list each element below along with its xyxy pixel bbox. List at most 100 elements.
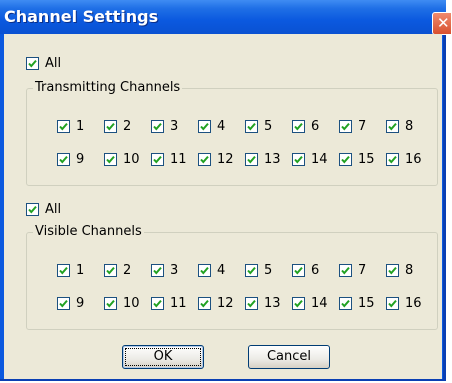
- transmitting-channel-checkbox[interactable]: 5: [245, 119, 272, 134]
- visible-channel-checkbox[interactable]: 11: [151, 296, 187, 311]
- visible-channel-checkbox[interactable]: 16: [386, 296, 422, 311]
- visible-channel-label: 15: [358, 296, 375, 311]
- visible-channel-checkbox[interactable]: 1: [57, 263, 84, 278]
- transmitting-channel-label: 14: [311, 152, 328, 167]
- transmitting-channel-checkbox[interactable]: 3: [151, 119, 178, 134]
- visible-channel-checkbox[interactable]: 2: [104, 263, 131, 278]
- transmitting-channel-label: 16: [405, 152, 422, 167]
- checkbox-check-icon: [104, 120, 117, 133]
- checkbox-check-icon: [198, 153, 211, 166]
- checkbox-check-icon: [386, 153, 399, 166]
- transmitting-channel-checkbox[interactable]: 14: [292, 152, 328, 167]
- visible-channels-group: Visible Channels 1 2 3 4 5 6 7 8 9 10 11 12 13 14 15 16: [26, 224, 438, 330]
- visible-channel-checkbox[interactable]: 6: [292, 263, 319, 278]
- visible-channel-label: 7: [358, 263, 367, 278]
- transmitting-channel-checkbox[interactable]: 16: [386, 152, 422, 167]
- checkbox-check-icon: [292, 153, 305, 166]
- ok-button[interactable]: OK: [122, 345, 204, 369]
- transmitting-channel-checkbox[interactable]: 13: [245, 152, 281, 167]
- transmitting-channel-label: 13: [264, 152, 281, 167]
- transmitting-all-label: All: [45, 56, 62, 71]
- visible-channel-checkbox[interactable]: 13: [245, 296, 281, 311]
- visible-channel-label: 1: [76, 263, 85, 278]
- visible-channel-checkbox[interactable]: 9: [57, 296, 84, 311]
- checkbox-check-icon: [151, 264, 164, 277]
- checkbox-check-icon: [339, 120, 352, 133]
- transmitting-channel-checkbox[interactable]: 9: [57, 152, 84, 167]
- checkbox-check-icon: [339, 264, 352, 277]
- transmitting-channel-label: 11: [170, 152, 187, 167]
- transmitting-channel-checkbox[interactable]: 4: [198, 119, 225, 134]
- cancel-button[interactable]: Cancel: [248, 345, 330, 369]
- visible-channel-checkbox[interactable]: 4: [198, 263, 225, 278]
- transmitting-channel-checkbox[interactable]: 10: [104, 152, 140, 167]
- visible-channel-checkbox[interactable]: 5: [245, 263, 272, 278]
- transmitting-channel-label: 10: [123, 152, 140, 167]
- checkbox-check-icon: [198, 297, 211, 310]
- checkbox-check-icon: [26, 57, 39, 70]
- transmitting-channel-checkbox[interactable]: 11: [151, 152, 187, 167]
- visible-channels-label: Visible Channels: [33, 224, 144, 239]
- visible-channel-checkbox[interactable]: 10: [104, 296, 140, 311]
- visible-channel-label: 14: [311, 296, 328, 311]
- checkbox-check-icon: [339, 297, 352, 310]
- transmitting-channel-label: 3: [170, 119, 179, 134]
- checkbox-check-icon: [198, 264, 211, 277]
- checkbox-check-icon: [104, 264, 117, 277]
- visible-channel-label: 10: [123, 296, 140, 311]
- title-bar[interactable]: Channel Settings: [0, 0, 446, 34]
- close-icon: ✕: [437, 14, 450, 32]
- visible-all-label: All: [45, 202, 62, 217]
- visible-channel-checkbox[interactable]: 14: [292, 296, 328, 311]
- visible-channel-label: 6: [311, 263, 320, 278]
- transmitting-channel-checkbox[interactable]: 1: [57, 119, 84, 134]
- checkbox-check-icon: [245, 264, 258, 277]
- visible-channel-label: 11: [170, 296, 187, 311]
- transmitting-channel-label: 4: [217, 119, 226, 134]
- transmitting-channel-checkbox[interactable]: 2: [104, 119, 131, 134]
- checkbox-check-icon: [26, 203, 39, 216]
- checkbox-check-icon: [386, 120, 399, 133]
- visible-channel-label: 8: [405, 263, 414, 278]
- transmitting-channels-label: Transmitting Channels: [33, 80, 183, 95]
- transmitting-channel-label: 7: [358, 119, 367, 134]
- transmitting-channel-label: 5: [264, 119, 273, 134]
- channel-settings-dialog: Channel Settings ✕ All Transmitting Chan…: [0, 0, 452, 381]
- visible-channel-checkbox[interactable]: 12: [198, 296, 234, 311]
- transmitting-channel-checkbox[interactable]: 6: [292, 119, 319, 134]
- checkbox-check-icon: [151, 120, 164, 133]
- visible-channel-checkbox[interactable]: 7: [339, 263, 366, 278]
- visible-channel-checkbox[interactable]: 3: [151, 263, 178, 278]
- close-button[interactable]: ✕: [432, 12, 452, 35]
- transmitting-channel-label: 1: [76, 119, 85, 134]
- checkbox-check-icon: [245, 120, 258, 133]
- checkbox-check-icon: [339, 153, 352, 166]
- transmitting-channel-label: 6: [311, 119, 320, 134]
- checkbox-check-icon: [386, 297, 399, 310]
- checkbox-check-icon: [104, 153, 117, 166]
- dialog-body: All Transmitting Channels 1 2 3 4 5 6 7 8 9 10 11 1…: [4, 34, 442, 379]
- transmitting-channel-checkbox[interactable]: 15: [339, 152, 375, 167]
- visible-channel-checkbox[interactable]: 15: [339, 296, 375, 311]
- visible-channel-label: 4: [217, 263, 226, 278]
- checkbox-check-icon: [245, 297, 258, 310]
- checkbox-check-icon: [151, 297, 164, 310]
- visible-channel-checkbox[interactable]: 8: [386, 263, 413, 278]
- dialog-title: Channel Settings: [4, 7, 159, 26]
- checkbox-check-icon: [151, 153, 164, 166]
- checkbox-check-icon: [245, 153, 258, 166]
- visible-channel-label: 13: [264, 296, 281, 311]
- transmitting-channel-checkbox[interactable]: 12: [198, 152, 234, 167]
- transmitting-channel-label: 8: [405, 119, 414, 134]
- transmitting-channel-label: 9: [76, 152, 85, 167]
- checkbox-check-icon: [386, 264, 399, 277]
- transmitting-channel-checkbox[interactable]: 8: [386, 119, 413, 134]
- transmitting-channel-checkbox[interactable]: 7: [339, 119, 366, 134]
- visible-all-checkbox[interactable]: All: [26, 202, 61, 217]
- transmitting-channels-group: Transmitting Channels 1 2 3 4 5 6 7 8 9 10 11 12 13 1…: [26, 80, 438, 186]
- visible-channel-label: 12: [217, 296, 234, 311]
- visible-channel-label: 16: [405, 296, 422, 311]
- checkbox-check-icon: [57, 297, 70, 310]
- transmitting-all-checkbox[interactable]: All: [26, 56, 61, 71]
- visible-channel-label: 3: [170, 263, 179, 278]
